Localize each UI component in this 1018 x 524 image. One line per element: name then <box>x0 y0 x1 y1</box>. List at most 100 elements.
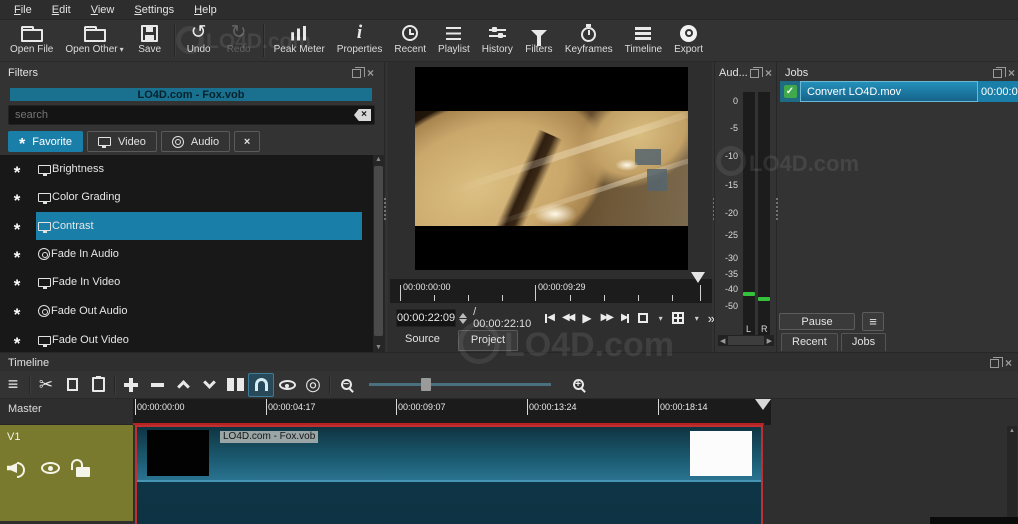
skip-to-end-button[interactable]: ▶ <box>621 313 629 323</box>
undo-button[interactable]: ↺ Undo <box>179 20 219 61</box>
float-panel-icon[interactable] <box>992 66 1006 78</box>
filter-row-brightness[interactable]: * Brightness <box>0 155 374 183</box>
scale-neg35: -35 <box>724 269 738 279</box>
filter-row-fade-out-video[interactable]: * Fade Out Video <box>0 326 374 352</box>
player-scrubber[interactable]: 00:00:00:00 00:00:09:29 <box>390 279 712 303</box>
open-other-button[interactable]: Open Other ▾ <box>59 20 129 61</box>
filter-row-color-grading[interactable]: * Color Grading <box>0 183 374 211</box>
tab-source[interactable]: Source <box>393 330 452 351</box>
export-button[interactable]: Export <box>668 20 709 61</box>
jobs-menu-button[interactable]: ≡ <box>862 312 884 331</box>
snap-toggle-button[interactable] <box>248 372 274 398</box>
mute-track-icon[interactable] <box>7 461 25 478</box>
zoom-out-button[interactable]: − <box>333 372 359 398</box>
filter-search-input[interactable] <box>9 109 354 121</box>
filter-list-scrollbar[interactable]: ▲ ▼ <box>373 155 384 352</box>
close-panel-icon[interactable]: × <box>367 67 374 79</box>
master-track-header[interactable]: Master <box>0 399 133 425</box>
scroll-up-icon[interactable]: ▲ <box>373 156 384 163</box>
zoom-in-button[interactable]: + <box>565 372 591 398</box>
scroll-down-icon[interactable]: ▼ <box>373 344 384 351</box>
menu-settings[interactable]: Settings <box>124 2 184 18</box>
player-playhead[interactable] <box>691 272 705 283</box>
paste-button[interactable] <box>85 372 111 398</box>
peak-meter-button[interactable]: Peak Meter <box>268 20 331 61</box>
hide-track-icon[interactable] <box>41 462 60 474</box>
playlist-button[interactable]: Playlist <box>432 20 476 61</box>
timeline-menu-button[interactable]: ≡ <box>0 372 26 398</box>
dropdown-arrow-icon[interactable]: ▾ <box>659 314 663 323</box>
filter-row-fade-out-audio[interactable]: * Fade Out Audio <box>0 297 374 325</box>
tab-project[interactable]: Project <box>457 330 519 351</box>
position-spinner[interactable] <box>459 312 468 324</box>
dropdown-arrow-icon[interactable]: ▾ <box>695 314 699 323</box>
grid-button[interactable] <box>671 312 684 324</box>
current-position-field[interactable]: 00:00:22:09 <box>396 309 457 327</box>
video-preview[interactable] <box>415 67 688 270</box>
timeline-clip-selected[interactable]: LO4D.com - Fox.vob <box>135 425 763 524</box>
save-button[interactable]: Save <box>130 20 170 61</box>
clear-search-icon[interactable]: × <box>354 109 371 121</box>
float-panel-icon[interactable] <box>989 356 1003 368</box>
scroll-left-icon[interactable]: ◀ <box>718 337 727 345</box>
lock-track-icon[interactable] <box>71 459 90 477</box>
scroll-right-icon[interactable]: ▶ <box>765 337 774 345</box>
close-panel-icon[interactable]: × <box>1008 67 1015 79</box>
job-name[interactable]: Convert LO4D.mov <box>800 81 978 102</box>
recent-button[interactable]: Recent <box>388 20 432 61</box>
panel-splitter[interactable] <box>383 198 387 220</box>
menu-view[interactable]: View <box>81 2 125 18</box>
skip-to-start-button[interactable]: ◀ <box>545 313 555 323</box>
video-track-header[interactable]: V1 <box>0 425 133 521</box>
favorite-filter-button[interactable]: * Favorite <box>8 131 83 152</box>
job-row[interactable]: ✓ Convert LO4D.mov 00:00:08 <box>780 81 1018 102</box>
ripple-toggle-button[interactable]: ◎ <box>300 372 326 398</box>
menu-file[interactable]: File <box>4 2 42 18</box>
timeline-button[interactable]: Timeline <box>619 20 668 61</box>
current-clip-bar: LO4D.com - Fox.vob <box>10 88 372 101</box>
filter-row-fade-in-audio[interactable]: * Fade In Audio <box>0 240 374 268</box>
clear-filter-type-button[interactable]: × <box>234 131 261 152</box>
append-button[interactable] <box>118 372 144 398</box>
close-panel-icon[interactable]: × <box>765 67 772 79</box>
filters-button[interactable]: Filters <box>519 20 559 61</box>
open-file-button[interactable]: Open File <box>4 20 59 61</box>
tab-recent[interactable]: Recent <box>781 333 838 351</box>
scrollbar-thumb[interactable] <box>374 166 383 336</box>
meter-hscrollbar[interactable]: ◀ ▶ <box>718 335 774 346</box>
overwrite-button[interactable] <box>196 372 222 398</box>
filter-row-contrast-selected[interactable]: * Contrast <box>0 212 374 240</box>
split-button[interactable] <box>222 372 248 398</box>
float-panel-icon[interactable] <box>351 66 365 78</box>
eye-icon <box>278 379 296 390</box>
menu-help[interactable]: Help <box>184 2 227 18</box>
timeline-zoom-slider[interactable] <box>369 378 551 391</box>
timeline-ruler[interactable]: 00:00:00:00 00:00:04:17 00:00:09:07 00:0… <box>133 399 771 425</box>
video-filter-button[interactable]: Video <box>86 131 157 152</box>
zoom-slider-handle[interactable] <box>421 378 431 391</box>
zoom-fit-button[interactable] <box>637 313 648 323</box>
close-panel-icon[interactable]: × <box>1005 357 1012 369</box>
menu-edit[interactable]: Edit <box>42 2 81 18</box>
rewind-button[interactable]: ◀◀ <box>562 313 575 323</box>
scrollbar-thumb[interactable] <box>728 336 764 345</box>
redo-button[interactable]: ↻ Redo <box>219 20 259 61</box>
history-button[interactable]: History <box>476 20 519 61</box>
tab-jobs[interactable]: Jobs <box>840 333 887 351</box>
filter-row-fade-in-video[interactable]: * Fade In Video <box>0 268 374 296</box>
scrub-while-dragging-button[interactable] <box>274 372 300 398</box>
cut-button[interactable]: ✂ <box>33 372 59 398</box>
copy-button[interactable] <box>59 372 86 398</box>
play-button[interactable]: ▶ <box>582 312 591 324</box>
lift-button[interactable] <box>170 372 196 398</box>
timeline-vscrollbar[interactable]: ▲ <box>1007 426 1017 524</box>
audio-filter-button[interactable]: Audio <box>160 131 231 152</box>
fast-forward-button[interactable]: ▶▶ <box>601 313 614 323</box>
scroll-up-icon[interactable]: ▲ <box>1007 428 1017 434</box>
ripple-delete-button[interactable] <box>144 372 170 398</box>
timeline-playhead[interactable] <box>755 399 771 410</box>
keyframes-button[interactable]: Keyframes <box>559 20 619 61</box>
float-panel-icon[interactable] <box>749 66 763 78</box>
properties-button[interactable]: i Properties <box>331 20 389 61</box>
pause-button[interactable]: Pause <box>779 313 855 330</box>
